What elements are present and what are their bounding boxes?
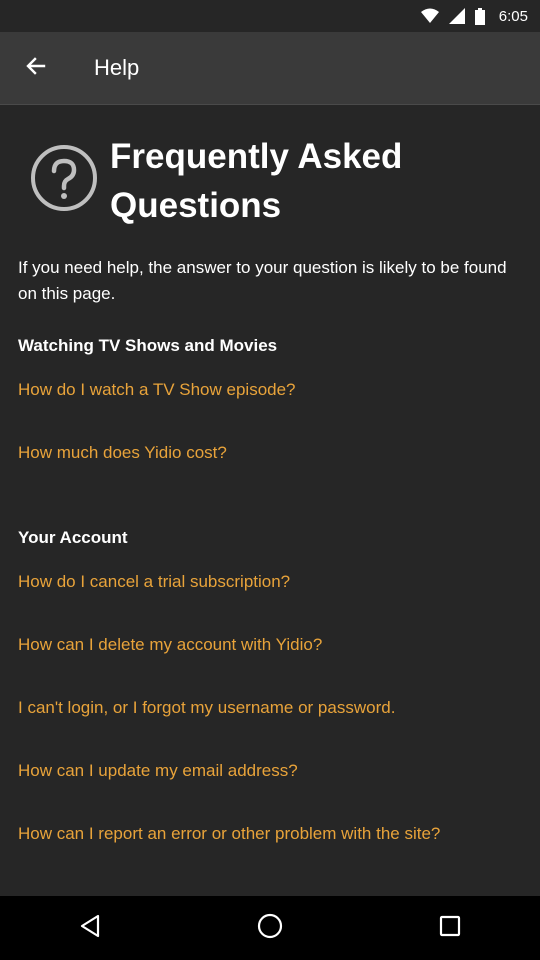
- section-title-watching: Watching TV Shows and Movies: [18, 336, 278, 355]
- signal-icon: [448, 8, 465, 24]
- intro-text: If you need help, the answer to your que…: [18, 258, 507, 303]
- faq-link[interactable]: How can I report an error or other probl…: [18, 821, 518, 847]
- arrow-left-icon: [26, 56, 46, 81]
- section-title-account: Your Account: [18, 528, 128, 547]
- back-button[interactable]: [0, 32, 72, 105]
- faq-title-line-1: Frequently Asked: [110, 137, 403, 176]
- nav-back-button[interactable]: [60, 896, 120, 960]
- status-bar: 6:05: [0, 0, 540, 32]
- faq-header: Frequently Asked Questions: [30, 132, 520, 252]
- faq-link[interactable]: How do I cancel a trial subscription?: [18, 569, 518, 595]
- faq-link[interactable]: How do I watch a TV Show episode?: [18, 377, 518, 403]
- help-content: Frequently Asked Questions If you need h…: [0, 106, 540, 896]
- faq-link[interactable]: I can't login, or I forgot my username o…: [18, 695, 518, 721]
- circle-home-icon: [257, 913, 283, 944]
- app-bar: Help: [0, 32, 540, 105]
- nav-recents-button[interactable]: [420, 896, 480, 960]
- faq-link[interactable]: How can I delete my account with Yidio?: [18, 632, 518, 658]
- square-recents-icon: [439, 915, 461, 942]
- question-circle-icon: [30, 144, 98, 212]
- faq-link[interactable]: How much does Yidio cost?: [18, 440, 518, 466]
- page-title: Help: [94, 55, 140, 80]
- navigation-bar: [0, 896, 540, 960]
- status-time: 6:05: [498, 7, 528, 25]
- faq-title-line-2: Questions: [110, 186, 282, 225]
- battery-icon: [474, 7, 485, 25]
- faq-link[interactable]: How can I update my email address?: [18, 758, 518, 784]
- triangle-back-icon: [79, 914, 101, 943]
- faq-title: Frequently Asked Questions: [110, 132, 510, 230]
- wifi-icon: [420, 8, 439, 24]
- nav-home-button[interactable]: [240, 896, 300, 960]
